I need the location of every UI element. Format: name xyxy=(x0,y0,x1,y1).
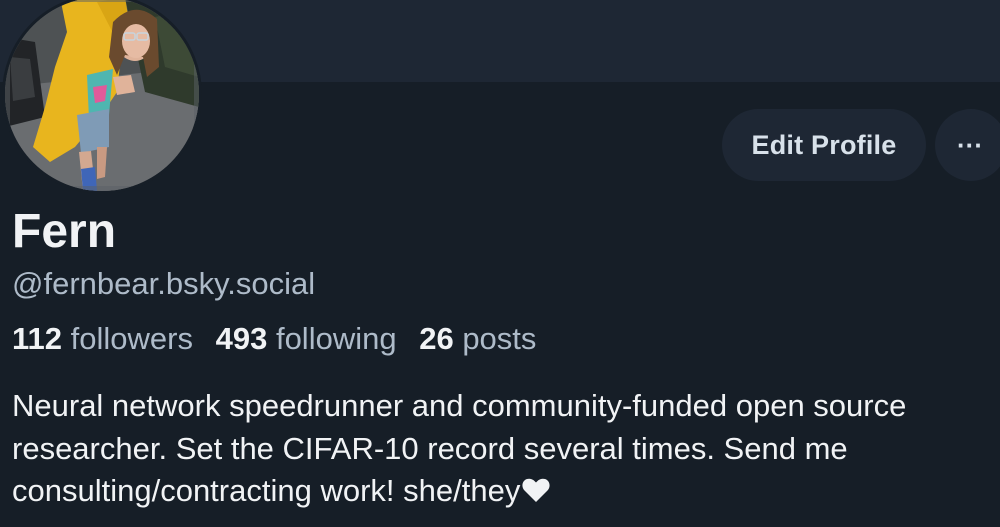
profile-bio: Neural network speedrunner and community… xyxy=(12,385,997,515)
followers-label: followers xyxy=(70,321,193,356)
profile-page: Edit Profile ··· Fern @fernbear.bsky.soc… xyxy=(0,0,1000,527)
posts-count: 26 xyxy=(419,321,454,356)
ellipsis-icon: ··· xyxy=(957,129,983,160)
heart-icon xyxy=(522,472,550,515)
following-label: following xyxy=(275,321,397,356)
followers-count: 112 xyxy=(12,321,63,356)
display-name: Fern xyxy=(12,205,117,258)
following-link[interactable]: 493 following xyxy=(216,319,397,359)
avatar[interactable] xyxy=(2,0,202,194)
profile-handle[interactable]: @fernbear.bsky.social xyxy=(12,264,315,304)
avatar-photo xyxy=(5,0,199,191)
posts-stat: 26 posts xyxy=(419,319,536,359)
following-count: 493 xyxy=(215,321,268,356)
followers-link[interactable]: 112 followers xyxy=(12,319,193,359)
profile-stats: 112 followers 493 following 26 posts xyxy=(12,319,550,359)
posts-label: posts xyxy=(462,321,537,356)
more-options-button[interactable]: ··· xyxy=(935,109,1000,181)
edit-profile-button[interactable]: Edit Profile xyxy=(722,109,926,181)
bio-text: Neural network speedrunner and community… xyxy=(12,388,907,508)
